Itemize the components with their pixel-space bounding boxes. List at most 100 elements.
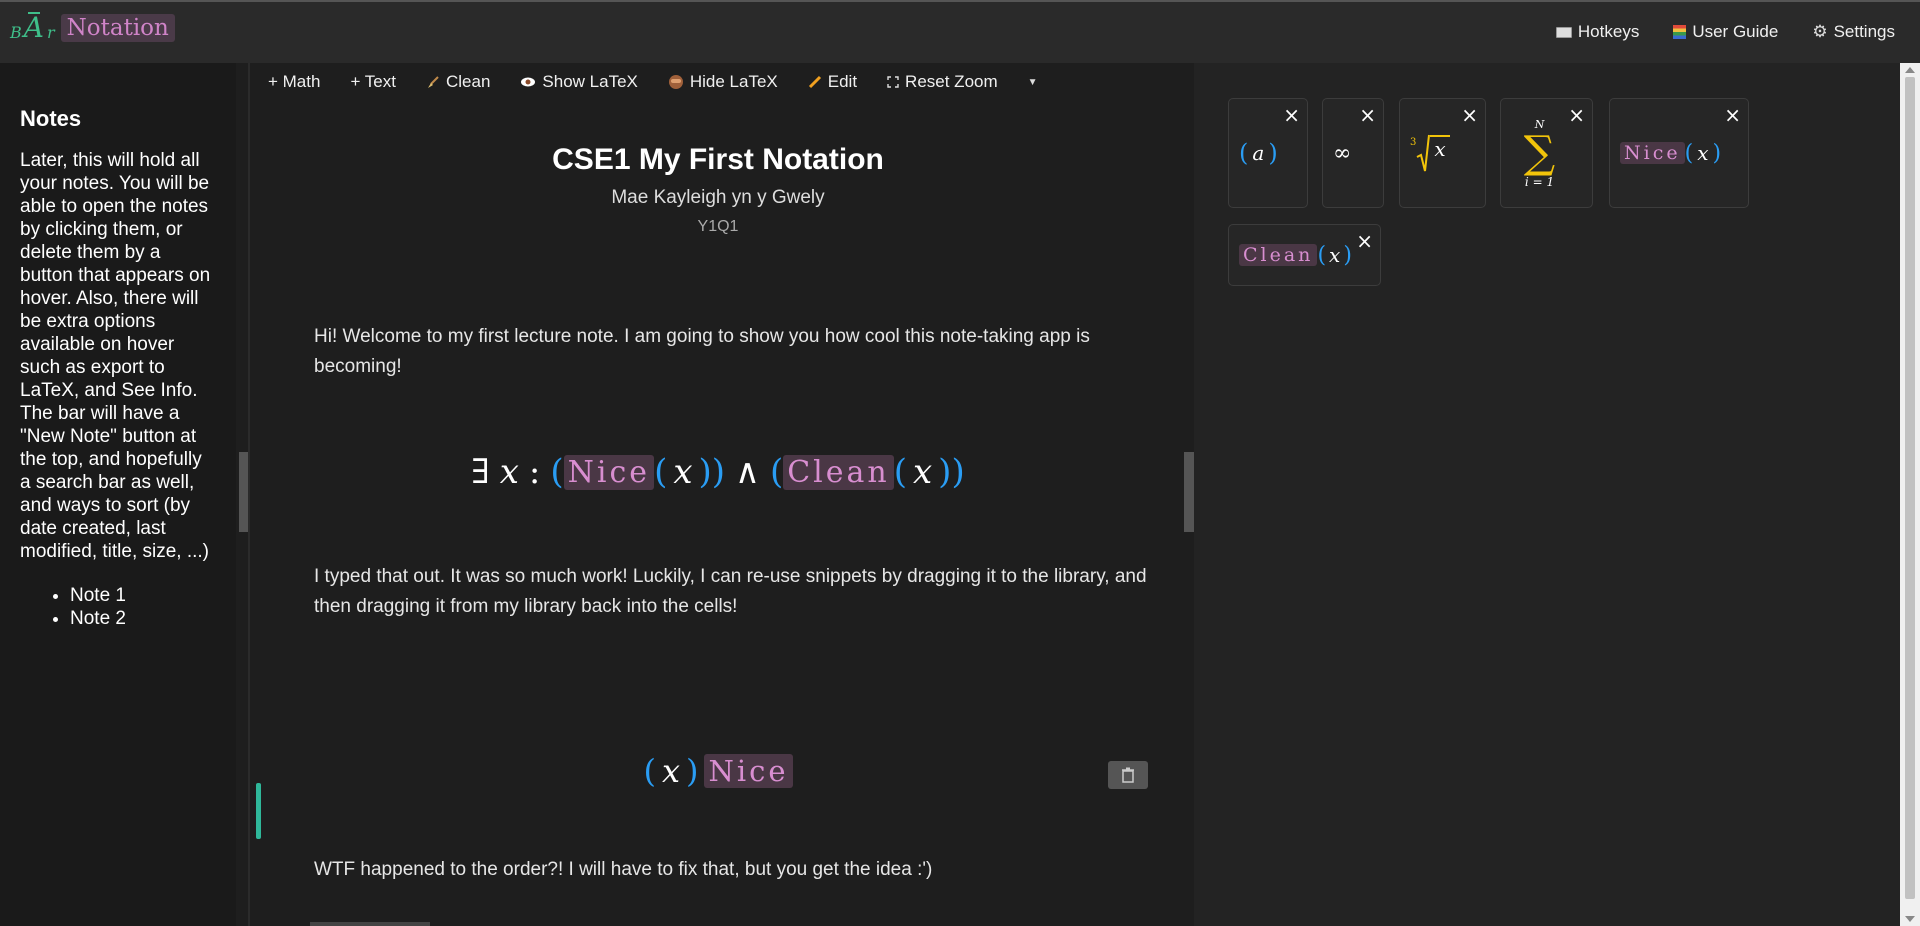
- note-term[interactable]: Y1Q1: [250, 218, 1186, 236]
- logo-a: A: [23, 11, 44, 44]
- close-icon[interactable]: ×: [1461, 105, 1478, 125]
- eye-icon: [521, 77, 536, 87]
- sum-symbol: ∑: [1523, 126, 1556, 178]
- hotkeys-label: Hotkeys: [1577, 22, 1640, 41]
- add-text-button[interactable]: + Text: [350, 72, 396, 92]
- math-variable: x: [912, 452, 933, 492]
- user-guide-button[interactable]: User Guide: [1673, 22, 1778, 42]
- nice-function: Nice: [704, 754, 793, 788]
- math-paren: (: [1684, 140, 1694, 166]
- library-snippet[interactable]: ( a ) ×: [1228, 98, 1308, 208]
- books-icon: [1673, 25, 1687, 39]
- text-cell[interactable]: WTF happened to the order?! I will have …: [314, 855, 1154, 885]
- clean-function: Clean: [1239, 244, 1318, 266]
- scroll-up-icon[interactable]: [1905, 67, 1915, 73]
- nice-function: Nice: [563, 454, 655, 490]
- close-icon[interactable]: ×: [1356, 231, 1373, 251]
- note-item[interactable]: Note 2: [70, 607, 216, 630]
- library-snippet[interactable]: N ∑ i = 1 ×: [1500, 98, 1593, 208]
- horizontal-scrollbar[interactable]: [310, 922, 430, 926]
- math-variable: a: [1252, 141, 1265, 165]
- sum-lower-bound: i = 1: [1524, 174, 1555, 189]
- sidebar-title: Notes: [20, 106, 82, 131]
- math-cell[interactable]: ∃ x : ( Nice ( x ) ) ∧ ( Clean ( x ) ): [250, 447, 1186, 497]
- math-paren: ): [1343, 242, 1352, 268]
- math-paren: (: [769, 452, 784, 492]
- math-variable: x: [499, 452, 519, 492]
- scroll-down-icon[interactable]: [1905, 916, 1915, 922]
- close-icon[interactable]: ×: [1283, 105, 1300, 125]
- close-icon[interactable]: ×: [1359, 105, 1376, 125]
- infinity-symbol: ∞: [1333, 140, 1352, 166]
- close-icon[interactable]: ×: [1568, 105, 1585, 125]
- library-snippet[interactable]: ∞ ×: [1322, 98, 1384, 208]
- exists-symbol: ∃: [471, 452, 490, 492]
- text-cell[interactable]: Hi! Welcome to my first lecture note. I …: [314, 322, 1154, 382]
- trash-icon: [1122, 767, 1134, 783]
- note-title[interactable]: CSE1 My First Notation: [250, 143, 1186, 177]
- sidebar-description: Later, this will hold all your notes. Yo…: [20, 150, 211, 562]
- toolbar-more-dropdown[interactable]: ▼: [1028, 77, 1038, 88]
- add-math-label: + Math: [268, 72, 321, 91]
- edit-button[interactable]: Edit: [808, 72, 857, 92]
- keyboard-icon: [1555, 26, 1572, 38]
- math-paren: (: [1239, 139, 1249, 167]
- add-text-label: + Text: [350, 72, 396, 91]
- reset-zoom-button[interactable]: Reset Zoom: [887, 72, 998, 92]
- math-colon: :: [528, 452, 541, 492]
- math-paren: ): [711, 452, 726, 492]
- math-variable: x: [1430, 135, 1450, 161]
- show-latex-button[interactable]: Show LaTeX: [520, 72, 638, 92]
- editor-toolbar: + Math + Text Clean Show LaTeX Hide LaTe…: [268, 72, 1068, 92]
- math-variable: x: [673, 452, 693, 492]
- nice-function: Nice: [1620, 142, 1685, 164]
- user-guide-label: User Guide: [1692, 22, 1779, 41]
- library-snippet[interactable]: Clean ( x ) ×: [1228, 224, 1381, 286]
- library-snippet[interactable]: Nice ( x ) ×: [1609, 98, 1749, 208]
- math-variable: x: [1697, 141, 1709, 165]
- math-cell[interactable]: ( x ) Nice: [250, 747, 1186, 795]
- note-item[interactable]: Note 1: [70, 584, 216, 607]
- scroll-thumb[interactable]: [1905, 77, 1915, 899]
- snippet-library: ( a ) × ∞ × 3 x × N ∑ i = 1 × Nice ( x )…: [1194, 63, 1900, 926]
- math-paren: (: [550, 452, 564, 492]
- hide-latex-label: Hide LaTeX: [689, 72, 778, 91]
- hide-latex-button[interactable]: Hide LaTeX: [668, 72, 778, 92]
- note-author[interactable]: Mae Kayleigh yn y Gwely: [250, 187, 1186, 209]
- math-paren: (: [643, 752, 656, 790]
- math-variable: x: [1329, 243, 1341, 267]
- notes-sidebar: Notes Later, this will hold all your not…: [0, 63, 236, 926]
- text-cell[interactable]: I typed that out. It was so much work! L…: [314, 562, 1154, 622]
- app-logo[interactable]: B A r Notation: [10, 11, 175, 44]
- library-snippet[interactable]: 3 x ×: [1399, 98, 1486, 208]
- math-paren: (: [1317, 242, 1327, 268]
- math-paren: ): [1268, 139, 1278, 167]
- hotkeys-button[interactable]: Hotkeys: [1555, 22, 1640, 42]
- clean-function: Clean: [783, 454, 894, 490]
- broom-icon: [427, 76, 439, 88]
- clean-button[interactable]: Clean: [426, 72, 490, 92]
- app-name: Notation: [60, 14, 175, 42]
- close-icon[interactable]: ×: [1724, 105, 1741, 125]
- library-resize-handle[interactable]: [1184, 452, 1194, 532]
- settings-button[interactable]: ⚙ Settings: [1812, 22, 1895, 42]
- show-latex-label: Show LaTeX: [542, 72, 638, 91]
- gear-icon: ⚙: [1812, 22, 1828, 41]
- logo-b: B: [10, 23, 22, 42]
- logo-r: r: [47, 23, 55, 42]
- radical-sign: [1416, 134, 1431, 172]
- add-math-button[interactable]: + Math: [268, 72, 320, 92]
- notes-list: Note 1 Note 2: [20, 584, 216, 630]
- delete-cell-button[interactable]: [1108, 761, 1148, 789]
- top-nav: Hotkeys User Guide ⚙ Settings: [1555, 22, 1895, 42]
- math-paren: (: [893, 452, 907, 492]
- reset-zoom-label: Reset Zoom: [905, 72, 998, 91]
- top-bar: B A r Notation Hotkeys User Guide ⚙ Sett…: [0, 0, 1920, 63]
- edit-label: Edit: [827, 72, 858, 91]
- clean-label: Clean: [445, 72, 491, 91]
- page-scrollbar[interactable]: [1900, 63, 1920, 926]
- active-cell-indicator: [256, 783, 261, 839]
- settings-label: Settings: [1833, 22, 1895, 41]
- math-paren: ): [938, 452, 952, 492]
- math-paren: (: [654, 452, 668, 492]
